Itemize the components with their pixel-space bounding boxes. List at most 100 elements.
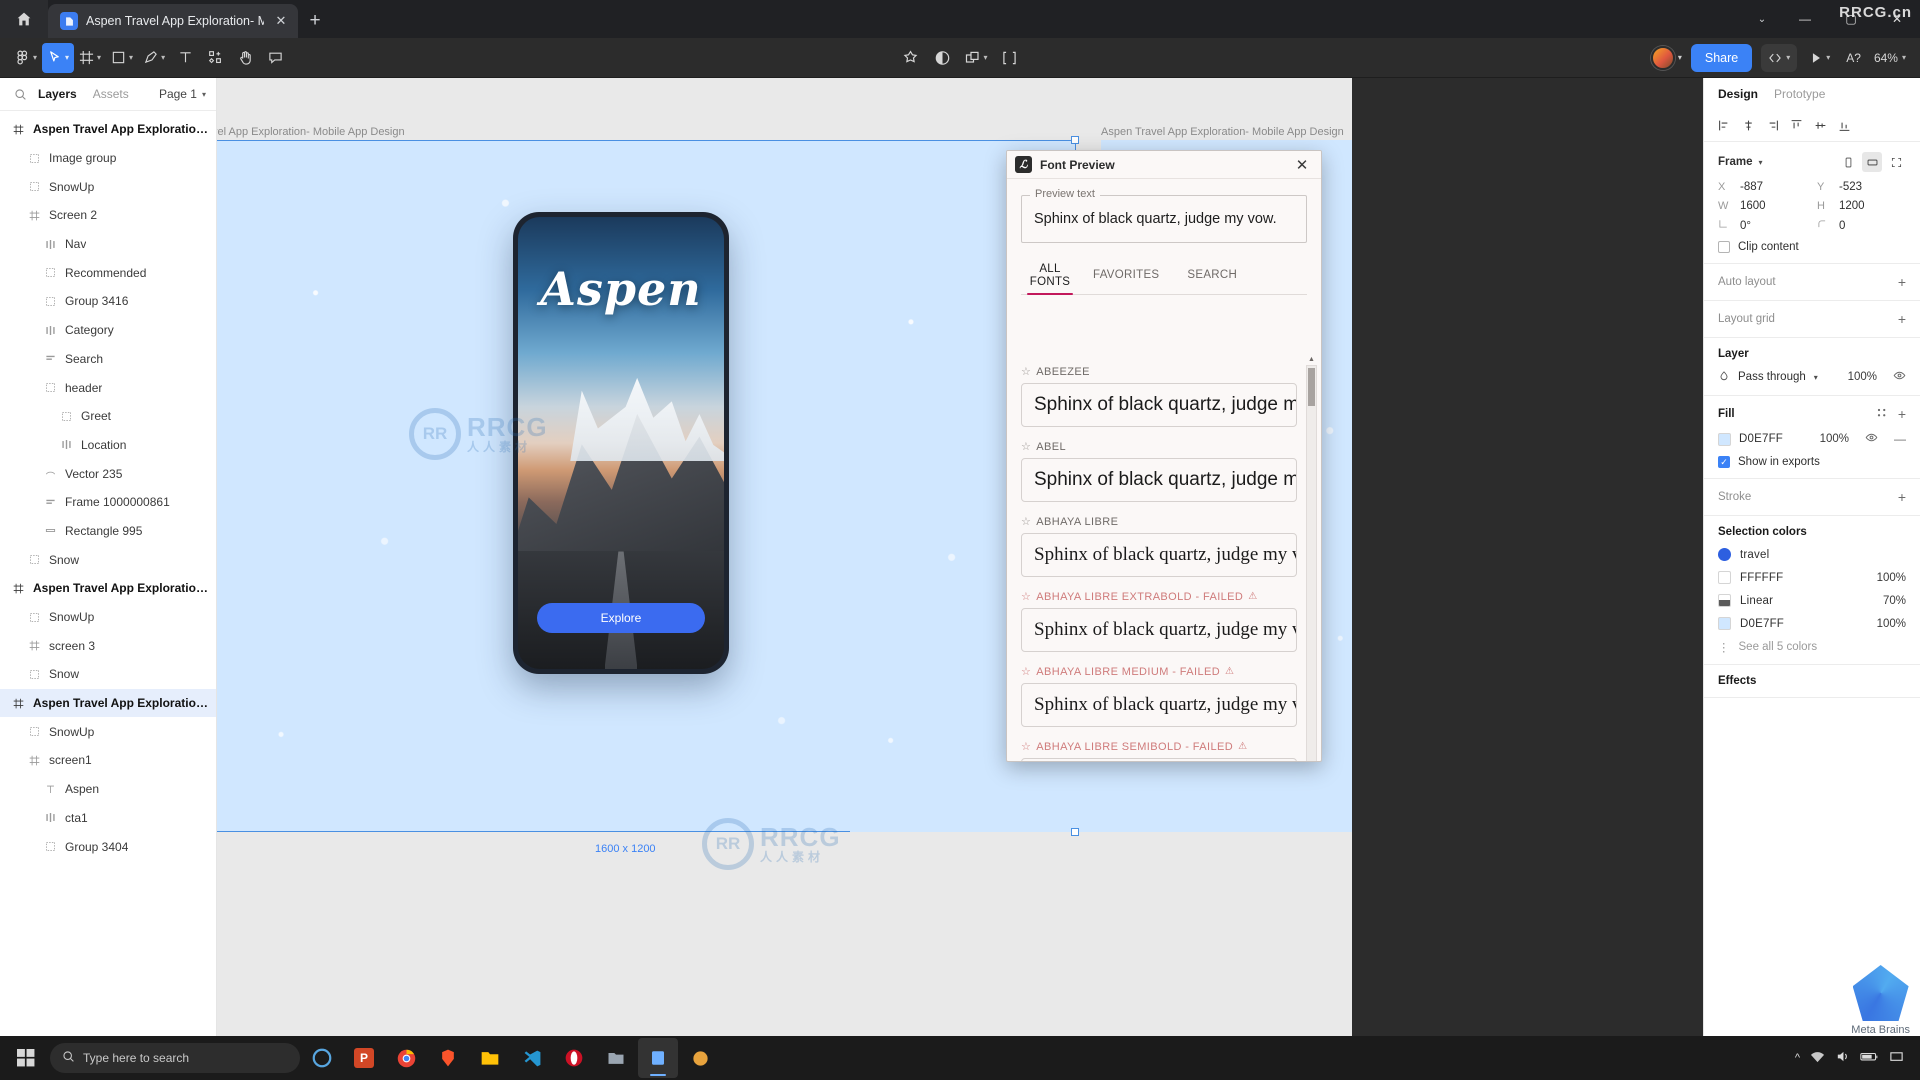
- add-layout-grid-button[interactable]: +: [1898, 311, 1906, 327]
- dev-mode-button[interactable]: [995, 43, 1025, 73]
- scroll-up-icon[interactable]: ▲: [1307, 354, 1316, 365]
- prop-w[interactable]: W 1600: [1718, 200, 1807, 212]
- tab-assets[interactable]: Assets: [85, 87, 137, 101]
- font-sample[interactable]: Sphinx of black quartz, judge my vow.: [1021, 683, 1297, 727]
- tab-design[interactable]: Design: [1718, 87, 1758, 101]
- zoom-level-button[interactable]: 64% ▾: [1874, 51, 1910, 65]
- close-icon[interactable]: ✕: [1291, 154, 1313, 176]
- layer-row[interactable]: Frame 1000000861: [0, 488, 216, 517]
- add-stroke-button[interactable]: +: [1898, 489, 1906, 505]
- move-tool-button[interactable]: ▾: [42, 42, 75, 73]
- preview-text-input[interactable]: [1022, 196, 1306, 242]
- add-fill-button[interactable]: +: [1898, 406, 1906, 422]
- show-in-exports-row[interactable]: ✓ Show in exports: [1718, 456, 1906, 468]
- layer-row[interactable]: Image group: [0, 144, 216, 173]
- font-entry[interactable]: ☆ ABEL Sphinx of black quartz, judge my vo…: [1021, 440, 1297, 502]
- battery-icon[interactable]: [1860, 1049, 1879, 1067]
- layer-row[interactable]: Nav: [0, 230, 216, 259]
- code-button[interactable]: ▾: [1761, 43, 1798, 72]
- layer-row[interactable]: Vector 235: [0, 459, 216, 488]
- layer-row[interactable]: Group 3416: [0, 287, 216, 316]
- shape-tool-button[interactable]: ▾: [106, 43, 138, 73]
- taskbar-search[interactable]: Type here to search: [50, 1043, 300, 1073]
- font-entry[interactable]: ☆ ABHAYA LIBRE SEMIBOLD - FAILED ⚠ Sphinx o…: [1021, 740, 1297, 761]
- tab-search[interactable]: SEARCH: [1173, 257, 1251, 294]
- folder-icon[interactable]: [596, 1038, 636, 1078]
- components-tool-button[interactable]: [200, 43, 230, 73]
- clip-content-row[interactable]: Clip content: [1718, 241, 1906, 253]
- layer-row[interactable]: SnowUp: [0, 172, 216, 201]
- frame-label-left[interactable]: vel App Exploration- Mobile App Design: [217, 126, 405, 138]
- layer-row[interactable]: screen 3: [0, 631, 216, 660]
- layer-row[interactable]: Rectangle 995: [0, 517, 216, 546]
- overlap-button[interactable]: ▾: [959, 43, 992, 73]
- layer-row[interactable]: Screen 2: [0, 201, 216, 230]
- chevron-down-icon[interactable]: ▾: [1759, 158, 1763, 167]
- scrollbar-thumb[interactable]: [1308, 368, 1315, 406]
- font-entry[interactable]: ☆ ABHAYA LIBRE EXTRABOLD - FAILED ⚠ Sphinx …: [1021, 590, 1297, 652]
- notification-icon[interactable]: [1889, 1049, 1904, 1068]
- present-button[interactable]: ▾: [1806, 51, 1833, 65]
- font-entry[interactable]: ☆ ABEEZEE Sphinx of black quartz, judge my…: [1021, 365, 1297, 427]
- layer-row[interactable]: header: [0, 373, 216, 402]
- chevron-down-icon[interactable]: ▾: [1678, 53, 1682, 62]
- ai-button[interactable]: A?: [1842, 51, 1865, 65]
- dialog-scrollbar[interactable]: ▲ ▼: [1306, 356, 1317, 761]
- layer-blend-row[interactable]: Pass through ▾ 100%: [1718, 369, 1906, 385]
- chevron-down-icon[interactable]: ⌄: [1742, 0, 1782, 38]
- layer-row[interactable]: Group 3404: [0, 832, 216, 861]
- tab-prototype[interactable]: Prototype: [1774, 87, 1825, 101]
- layer-row[interactable]: Aspen Travel App Exploration...: [0, 688, 216, 718]
- favorite-star-icon[interactable]: ☆: [1021, 590, 1031, 603]
- font-sample[interactable]: Sphinx of black quartz, judge my vow.: [1021, 533, 1297, 577]
- font-list[interactable]: ☆ ABEEZEE Sphinx of black quartz, judge my…: [1021, 365, 1297, 761]
- vscode-icon[interactable]: [512, 1038, 552, 1078]
- color-swatch[interactable]: [1718, 617, 1731, 630]
- layer-row[interactable]: Greet: [0, 402, 216, 431]
- layer-row[interactable]: Snow: [0, 545, 216, 574]
- font-entry[interactable]: ☆ ABHAYA LIBRE Sphinx of black quartz, jud…: [1021, 515, 1297, 577]
- layer-row[interactable]: Search: [0, 345, 216, 374]
- fill-styles-icon[interactable]: [1876, 406, 1888, 422]
- layer-row[interactable]: SnowUp: [0, 717, 216, 746]
- selection-color-row[interactable]: travel: [1718, 548, 1906, 561]
- prop-y[interactable]: Y -523: [1817, 181, 1906, 193]
- chevron-down-icon[interactable]: ▾: [1814, 373, 1818, 382]
- contrast-button[interactable]: [927, 43, 957, 73]
- chrome-icon[interactable]: [386, 1038, 426, 1078]
- layer-row[interactable]: screen1: [0, 746, 216, 775]
- align-left-icon[interactable]: [1712, 114, 1736, 138]
- fill-swatch[interactable]: [1718, 432, 1731, 446]
- selection-color-row[interactable]: FFFFFF 100%: [1718, 571, 1906, 584]
- hand-tool-button[interactable]: [230, 43, 260, 73]
- font-sample[interactable]: Sphinx of black quartz, judge my vow.: [1021, 608, 1297, 652]
- home-button[interactable]: [0, 0, 48, 38]
- font-entry[interactable]: ☆ ABHAYA LIBRE MEDIUM - FAILED ⚠ Sphinx of …: [1021, 665, 1297, 727]
- font-sample[interactable]: Sphinx of black quartz, judge my vow.: [1021, 758, 1297, 761]
- layer-row[interactable]: Category: [0, 316, 216, 345]
- phone-mockup[interactable]: Aspen Explore: [513, 212, 729, 674]
- user-avatar-group[interactable]: ▾: [1650, 45, 1682, 70]
- color-swatch[interactable]: [1718, 594, 1731, 607]
- file-explorer-icon[interactable]: [470, 1038, 510, 1078]
- align-top-icon[interactable]: [1784, 114, 1808, 138]
- layer-row[interactable]: cta1: [0, 804, 216, 833]
- add-auto-layout-button[interactable]: +: [1898, 274, 1906, 290]
- layer-row[interactable]: Aspen Travel App Exploration- M...: [0, 115, 216, 144]
- favorite-star-icon[interactable]: ☆: [1021, 515, 1031, 528]
- volume-icon[interactable]: [1835, 1049, 1850, 1067]
- prop-corner[interactable]: 0: [1817, 219, 1906, 232]
- remove-fill-icon[interactable]: —: [1894, 432, 1906, 446]
- share-button[interactable]: Share: [1690, 43, 1753, 72]
- color-swatch[interactable]: [1718, 548, 1731, 561]
- powerpoint-icon[interactable]: P: [344, 1038, 384, 1078]
- font-sample[interactable]: Sphinx of black quartz, judge my vow.: [1021, 458, 1297, 502]
- selection-color-row[interactable]: Linear 70%: [1718, 594, 1906, 607]
- favorite-star-icon[interactable]: ☆: [1021, 365, 1031, 378]
- align-right-icon[interactable]: [1760, 114, 1784, 138]
- pen-tool-button[interactable]: ▾: [138, 43, 170, 73]
- text-tool-button[interactable]: [170, 43, 200, 73]
- layers-list[interactable]: Aspen Travel App Exploration- M... Image …: [0, 111, 216, 861]
- favorite-star-icon[interactable]: ☆: [1021, 665, 1031, 678]
- align-horizontal-center-icon[interactable]: [1736, 114, 1760, 138]
